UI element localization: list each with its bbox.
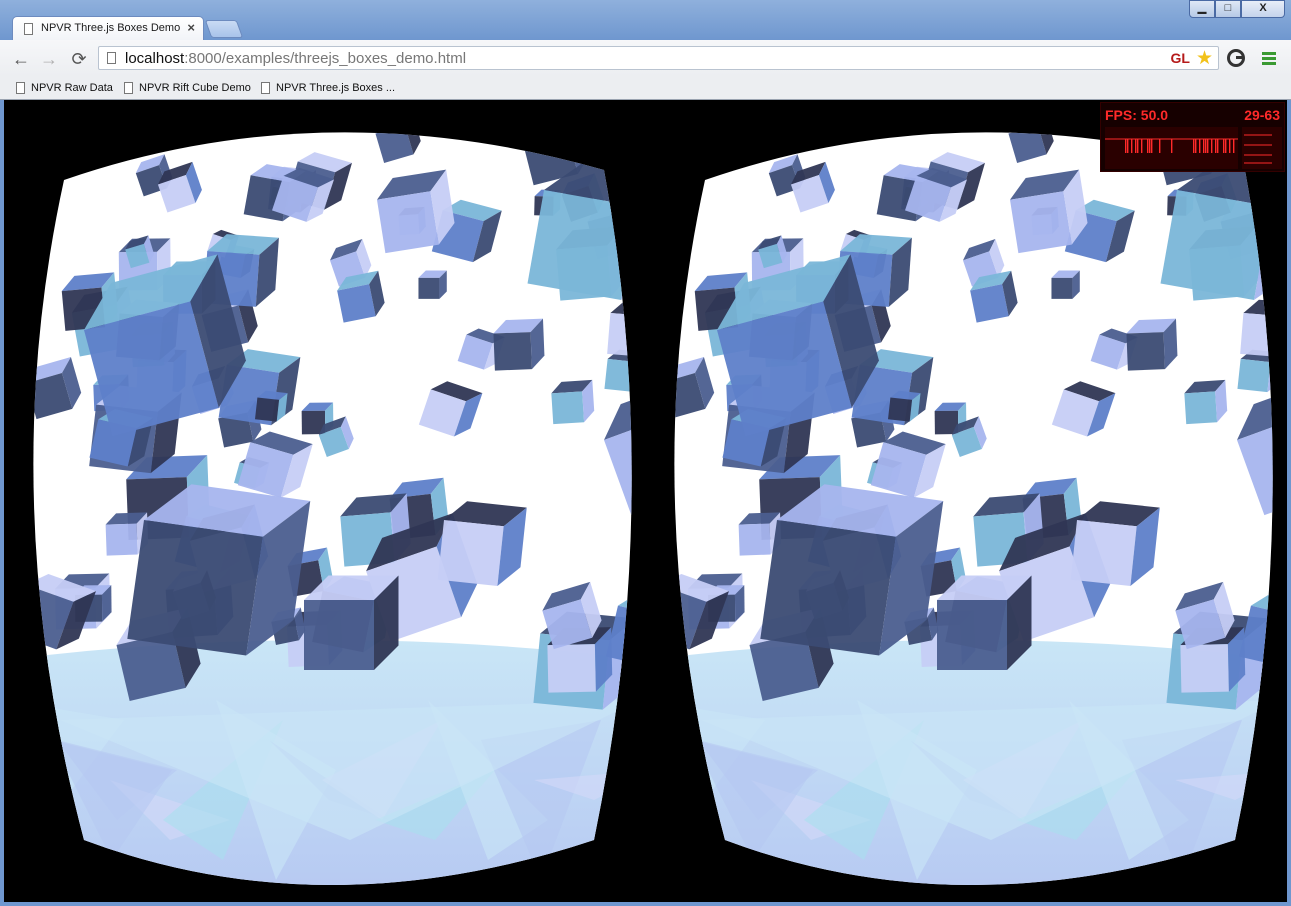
bookmark-label: NPVR Three.js Boxes ... xyxy=(276,82,396,94)
window-controls: ▁ □ X xyxy=(1189,0,1285,18)
toolbar: ← → ⟳ localhost:8000/examples/threejs_bo… xyxy=(0,40,1291,76)
ms-graph xyxy=(1242,127,1282,169)
fps-graph xyxy=(1105,127,1238,169)
page-icon xyxy=(124,82,133,94)
bookmark-star-icon[interactable]: ★ xyxy=(1196,47,1213,70)
menu-icon[interactable] xyxy=(1262,52,1276,67)
bookmark-label: NPVR Rift Cube Demo xyxy=(139,82,251,94)
tab-strip: NPVR Three.js Boxes Demo × ▁ □ X xyxy=(0,0,1291,40)
page-icon xyxy=(16,82,25,94)
right-eye-view xyxy=(674,132,1273,885)
left-eye-view xyxy=(33,132,632,885)
fps-range-readout: 29-63 xyxy=(1244,107,1280,123)
webgl-canvas[interactable]: FPS: 50.0 29-63 xyxy=(4,100,1287,902)
back-button[interactable]: ← xyxy=(10,48,32,70)
webgl-extension-icon[interactable]: GL xyxy=(1171,50,1190,66)
browser-window: NPVR Three.js Boxes Demo × ▁ □ X ← → ⟳ l… xyxy=(0,0,1291,906)
page-icon xyxy=(107,52,116,64)
tab-title: NPVR Three.js Boxes Demo xyxy=(41,22,181,34)
forward-button[interactable]: → xyxy=(38,48,60,70)
url-host: localhost xyxy=(125,50,185,67)
url-path: :8000/examples/threejs_boxes_demo.html xyxy=(184,50,467,67)
address-bar[interactable]: localhost:8000/examples/threejs_boxes_de… xyxy=(98,46,1219,70)
stats-panel: FPS: 50.0 29-63 xyxy=(1100,102,1285,172)
reload-button[interactable]: ⟳ xyxy=(68,48,90,70)
page-icon xyxy=(24,23,33,35)
fps-readout: FPS: 50.0 xyxy=(1105,107,1169,123)
bookmark-item[interactable]: NPVR Three.js Boxes ... xyxy=(261,79,395,97)
maximize-button[interactable]: □ xyxy=(1215,0,1241,18)
extension-g-icon[interactable] xyxy=(1227,49,1245,67)
new-tab-button[interactable] xyxy=(204,20,244,38)
bookmark-label: NPVR Raw Data xyxy=(31,82,113,94)
bookmarks-bar: NPVR Raw Data NPVR Rift Cube Demo NPVR T… xyxy=(0,76,1291,100)
minimize-button[interactable]: ▁ xyxy=(1189,0,1215,18)
tab-active[interactable]: NPVR Three.js Boxes Demo × xyxy=(12,16,204,40)
tab-close-button[interactable]: × xyxy=(187,20,195,35)
bookmark-item[interactable]: NPVR Raw Data xyxy=(16,79,113,97)
close-window-button[interactable]: X xyxy=(1241,0,1285,18)
page-icon xyxy=(261,82,270,94)
bookmark-item[interactable]: NPVR Rift Cube Demo xyxy=(124,79,251,97)
url-text[interactable]: localhost:8000/examples/threejs_boxes_de… xyxy=(125,50,466,67)
